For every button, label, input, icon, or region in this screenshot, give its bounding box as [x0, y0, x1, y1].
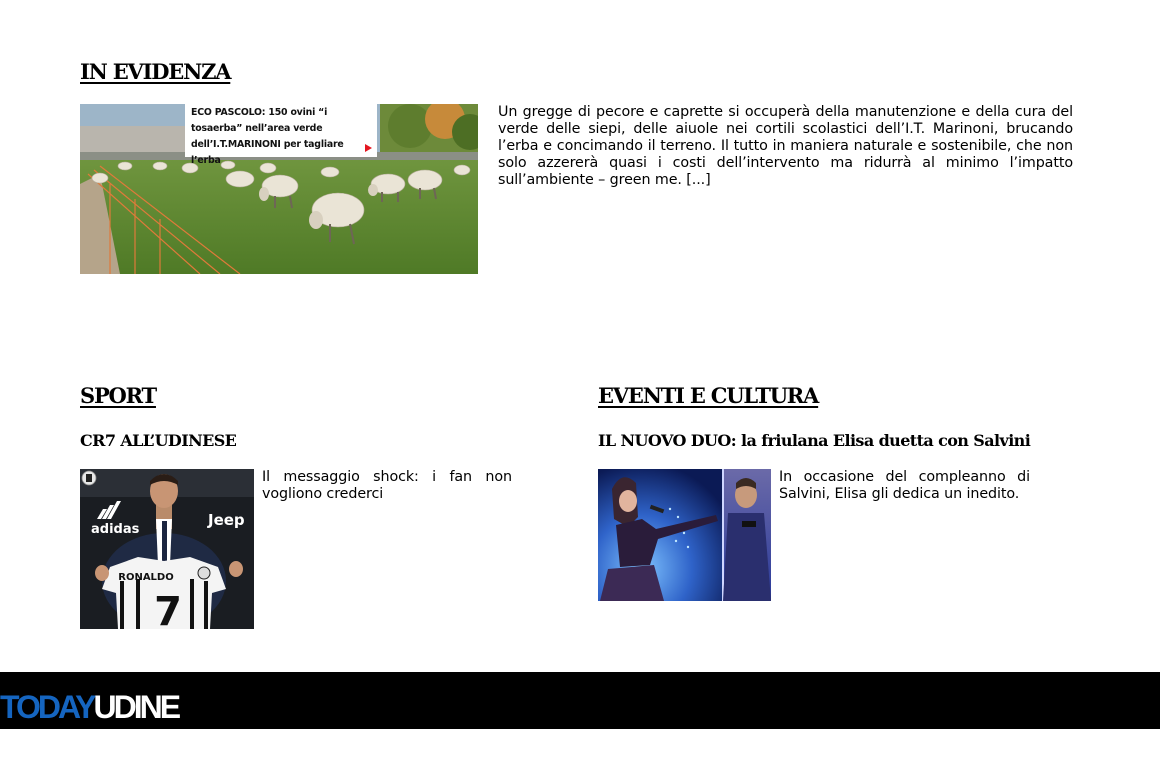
culture-article-title[interactable]: IL NUOVO DUO: la friulana Elisa duetta c… — [598, 433, 1031, 449]
banner-right-text: Jeep — [207, 511, 245, 529]
featured-heading: IN EVIDENZA — [80, 59, 231, 84]
sport-article-image[interactable]: adidas Jeep RONALDO 7 — [80, 469, 254, 629]
culture-excerpt[interactable]: In occasione del compleanno di Salvini, … — [779, 469, 1030, 503]
site-logo[interactable]: TODAYUDINE — [0, 689, 181, 725]
featured-excerpt[interactable]: Un gregge di pecore e caprette si occupe… — [498, 104, 1073, 189]
jersey-name-text: RONALDO — [118, 572, 173, 583]
logo-today-text: TODAY — [0, 689, 97, 725]
sport-heading: SPORT — [80, 383, 157, 408]
culture-heading: EVENTI E CULTURA — [598, 383, 819, 408]
sport-excerpt[interactable]: Il messaggio shock: i fan non vogliono c… — [262, 469, 512, 503]
jersey-number-text: 7 — [154, 589, 182, 629]
featured-image[interactable]: ECO PASCOLO: 150 ovini “i tosaerba” nell… — [80, 104, 478, 274]
play-arrow-icon — [365, 144, 372, 152]
ronaldo-jersey-illustration: adidas Jeep RONALDO 7 — [80, 469, 254, 629]
featured-image-caption: ECO PASCOLO: 150 ovini “i tosaerba” nell… — [185, 104, 377, 166]
logo-city-text: UDINE — [93, 689, 181, 725]
footer: TODAYUDINE — [0, 672, 1160, 729]
culture-article-image[interactable] — [598, 469, 771, 601]
concert-duo-illustration — [598, 469, 771, 601]
banner-left-text: adidas — [91, 522, 140, 537]
sport-article-title[interactable]: CR7 ALL’UDINESE — [80, 433, 237, 449]
